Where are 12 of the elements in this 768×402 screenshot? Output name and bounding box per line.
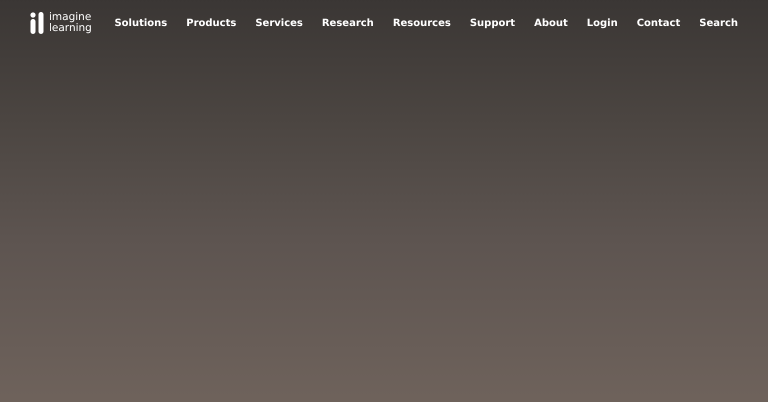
nav-link[interactable]: Products xyxy=(167,18,236,28)
nav-link[interactable]: Contact xyxy=(618,18,680,28)
nav-link[interactable]: Search xyxy=(680,18,738,28)
nav-link[interactable]: Solutions xyxy=(114,18,168,28)
nav-link[interactable]: Support xyxy=(450,18,516,28)
logo-link[interactable]: imagine learning xyxy=(30,12,92,34)
nav-link[interactable]: Services xyxy=(236,18,303,28)
logo-mark-icon xyxy=(30,12,44,34)
nav-link[interactable]: Login xyxy=(568,18,618,28)
nav-link[interactable]: Resources xyxy=(374,18,451,28)
nav-link[interactable]: Research xyxy=(302,18,374,28)
nav-link[interactable]: About xyxy=(515,18,568,28)
